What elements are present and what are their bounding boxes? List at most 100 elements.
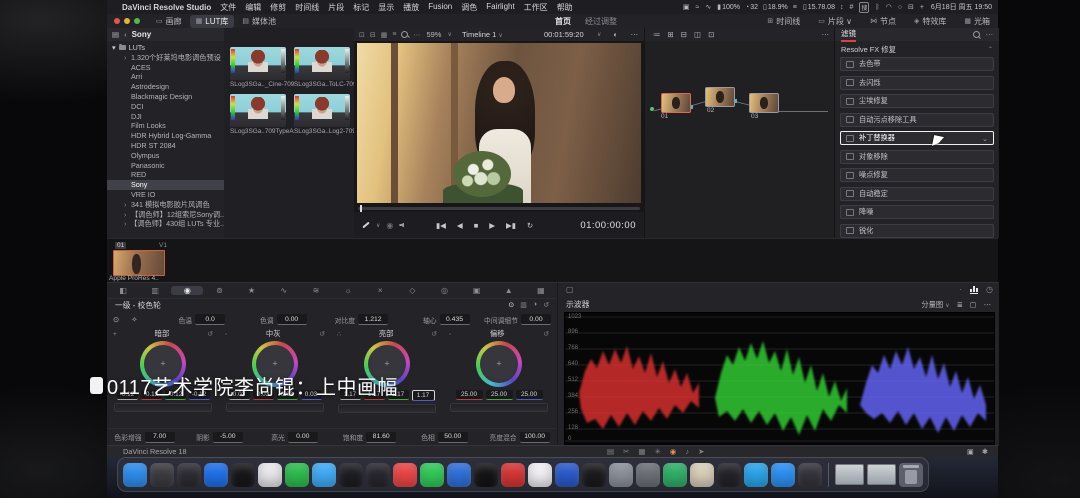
menu-item[interactable]: 时间线 — [295, 2, 319, 13]
page-icon[interactable]: ✂ — [623, 447, 629, 456]
palette-tool-icon[interactable]: ⊚ — [203, 286, 235, 295]
record-icon[interactable]: ◉ — [386, 221, 393, 230]
fx-tab-filters[interactable]: 滤镜 — [841, 28, 856, 42]
viewer-header-icons[interactable]: ⊡⊟▦≡⋯ — [359, 31, 420, 39]
dock-app-icon[interactable] — [744, 463, 768, 487]
menu-item[interactable]: 标记 — [353, 2, 369, 13]
menu-item[interactable]: 片段 — [328, 2, 344, 13]
status-item[interactable]: ⊟ — [908, 3, 915, 11]
palette-tool-icon[interactable]: ◉ — [171, 286, 203, 295]
zoom-window-icon[interactable] — [134, 18, 140, 24]
menu-item[interactable]: 帮助 — [557, 2, 573, 13]
adjustment-value[interactable]: 81.60 — [366, 432, 396, 443]
dock-app-icon[interactable] — [150, 463, 174, 487]
minimize-window-icon[interactable] — [124, 18, 130, 24]
page-icon[interactable]: ▤ — [607, 447, 614, 456]
toolbar-button[interactable]: ⋈节点 — [866, 15, 900, 28]
fx-item[interactable]: 自动污点移除工具 — [840, 113, 994, 127]
status-item[interactable]: ◠ — [886, 3, 893, 11]
dock-app-icon[interactable] — [771, 463, 795, 487]
node-key-icon[interactable]: ⊡ — [708, 30, 714, 39]
dock-app-icon[interactable] — [690, 463, 714, 487]
status-item[interactable]: ᛒ — [875, 4, 880, 11]
toolbar-button[interactable]: ⊞时间线 — [763, 15, 804, 28]
palette-tool-icon[interactable]: ◧ — [107, 286, 139, 295]
adjustment-value[interactable]: 0.435 — [440, 314, 470, 325]
page-icon[interactable]: ◉ — [670, 447, 677, 456]
auto-balance-icon[interactable]: ✧ — [131, 315, 137, 324]
dot-icon[interactable]: · — [959, 285, 962, 294]
tool-dropdown-icon[interactable]: ∨ — [376, 222, 380, 229]
menu-item[interactable]: Fusion — [428, 2, 452, 13]
status-item[interactable]: ≡ — [793, 4, 798, 11]
dock-app-icon[interactable] — [717, 463, 741, 487]
wheel-value[interactable]: 25.00 — [516, 390, 543, 400]
gain-master-slider[interactable] — [338, 404, 436, 413]
lut-folder-item[interactable]: ›341 模拟电影胶片风调色 — [107, 200, 224, 210]
app-name[interactable]: DaVinci Resolve Studio — [122, 3, 211, 12]
dock-window-preview[interactable] — [867, 464, 896, 485]
palette-tool-icon[interactable]: ▦ — [525, 286, 557, 295]
adjustment-value[interactable]: -5.00 — [213, 432, 243, 443]
menu-item[interactable]: 修剪 — [270, 2, 286, 13]
fx-item[interactable]: 补丁替换器 — [840, 131, 994, 145]
adjustment-field[interactable]: 阴影-5.00 — [182, 432, 257, 443]
toolbar-button[interactable]: ▦LUT库 — [190, 15, 235, 28]
fx-item[interactable]: 降噪 — [840, 205, 994, 219]
toolbar-button[interactable]: ▤媒体池 — [236, 15, 282, 28]
clock-icon[interactable]: ◷ — [986, 285, 993, 294]
timeline-selector[interactable]: Timeline 1 ∨ — [462, 30, 503, 39]
palette-tool-icon[interactable]: ☼ — [332, 286, 364, 295]
page-icon[interactable]: ✳ — [654, 447, 660, 456]
fx-item[interactable]: 锐化 — [840, 224, 994, 238]
adjustment-value[interactable]: 0.00 — [277, 314, 307, 325]
lut-item[interactable]: SLog3SGa.._Cine-709 — [230, 47, 286, 88]
lut-item[interactable]: SLog3SGa..ToLC-709 — [294, 47, 350, 88]
viewer-scrubber[interactable] — [358, 207, 640, 210]
node-03-thumbnail[interactable] — [749, 93, 779, 113]
offset-wheel-control[interactable] — [476, 341, 522, 387]
reset-icon[interactable]: ↺ — [543, 330, 549, 338]
wheel-value[interactable]: 25.00 — [456, 390, 483, 400]
trash-icon[interactable] — [899, 463, 923, 487]
toolbar-button[interactable]: ▭片段 ∨ — [814, 15, 856, 28]
wheel-mode-icons[interactable]: ⊙▥◑↺ — [508, 301, 549, 309]
lut-item[interactable]: SLog3SGa..Log2-709 — [294, 94, 350, 135]
status-item[interactable]: 6月18日 周五 19:50 — [930, 2, 992, 12]
dock-app-icon[interactable] — [663, 463, 687, 487]
wheel-left-icon[interactable]: + — [113, 331, 117, 338]
status-item[interactable]: 搜 — [859, 2, 870, 13]
lut-folder-item[interactable]: DJI — [107, 112, 224, 122]
lut-root-folder[interactable]: ▾ LUTs — [107, 43, 224, 53]
project-manager-icon[interactable]: ▣ — [967, 447, 974, 456]
adjustment-field[interactable]: 轴心0.435 — [388, 314, 469, 325]
dock-app-icon[interactable] — [285, 463, 309, 487]
expand-icon[interactable]: ▾ — [112, 43, 116, 53]
status-item[interactable]: ◔32 — [745, 4, 758, 11]
adjustment-value[interactable]: 0.00 — [288, 432, 318, 443]
lut-folder-item[interactable]: Sony — [107, 180, 224, 190]
adjustment-field[interactable]: 色相50.00 — [407, 432, 482, 443]
dock-app-icon[interactable] — [555, 463, 579, 487]
offset-master-slider[interactable] — [450, 403, 548, 412]
settings-gear-icon[interactable]: ✱ — [982, 447, 988, 456]
transport-button[interactable]: ▮◀ — [436, 221, 446, 230]
fx-item[interactable]: 去闪烁 — [840, 76, 994, 90]
transport-button[interactable]: ■ — [474, 221, 479, 230]
sidebar-list-icon[interactable]: ▤ — [112, 30, 119, 39]
dock-app-icon[interactable] — [501, 463, 525, 487]
lut-folder-item[interactable]: ›【调色师】430组 LUTs 专业.. — [107, 219, 224, 229]
fx-item[interactable]: 对象移除 — [840, 150, 994, 164]
lut-folder-item[interactable]: Film Looks — [107, 121, 224, 131]
adjustment-field[interactable]: 色温0.0 — [144, 314, 225, 325]
adjustment-field[interactable]: 对比度1.212 — [307, 314, 388, 325]
palette-tool-icon[interactable]: ▣ — [461, 286, 493, 295]
node-menu-icon[interactable]: ≔ — [653, 30, 661, 39]
lut-folder-item[interactable]: DCI — [107, 102, 224, 112]
fx-item[interactable]: 自动稳定 — [840, 187, 994, 201]
lut-folder-item[interactable]: ›【调色师】12组索尼Sony调.. — [107, 210, 224, 220]
adjustment-value[interactable]: 100.00 — [520, 432, 550, 443]
palette-tool-icon[interactable]: ≋ — [300, 286, 332, 295]
wheel-left-icon[interactable]: ◦ — [449, 331, 451, 338]
adjustment-value[interactable]: 0.0 — [195, 314, 225, 325]
